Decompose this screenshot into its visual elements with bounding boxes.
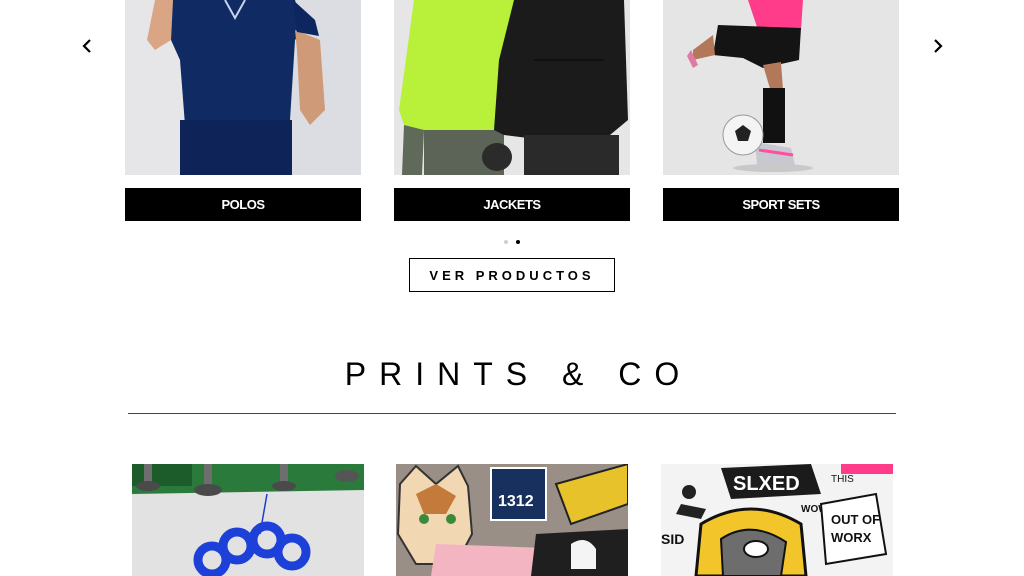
polos-image: [125, 0, 361, 175]
print-tile-graffiti[interactable]: SLXED WOW! THIS OUT OF WORX SID: [661, 464, 893, 576]
section-title: PRINTS & CO: [344, 356, 693, 392]
category-label[interactable]: JACKETS: [394, 188, 630, 221]
product-card-jackets[interactable]: JACKETS: [394, 0, 630, 221]
chevron-left-icon: [82, 39, 91, 53]
svg-text:OUT OF: OUT OF: [831, 512, 880, 527]
category-label[interactable]: POLOS: [125, 188, 361, 221]
svg-text:1312: 1312: [498, 493, 534, 510]
svg-text:WORX: WORX: [831, 530, 872, 545]
carousel-prev-button[interactable]: [78, 36, 98, 56]
svg-text:SLXED: SLXED: [733, 473, 800, 495]
chevron-right-icon: [934, 39, 943, 53]
jackets-image: [394, 0, 630, 175]
carousel-pagination: [504, 240, 520, 244]
carousel-next-button[interactable]: [927, 36, 947, 56]
category-label[interactable]: SPORT SETS: [663, 188, 899, 221]
section-divider: [128, 413, 896, 414]
pagination-dot-active[interactable]: [516, 240, 520, 244]
print-tile-embroidery[interactable]: [132, 464, 364, 576]
pagination-dot[interactable]: [504, 240, 508, 244]
svg-text:THIS: THIS: [831, 474, 854, 485]
view-products-button[interactable]: VER PRODUCTOS: [409, 258, 615, 292]
sport-sets-image: [663, 0, 899, 175]
print-tile-patches[interactable]: 1312: [396, 464, 628, 576]
product-card-polos[interactable]: POLOS: [125, 0, 361, 221]
product-card-sport-sets[interactable]: SPORT SETS: [663, 0, 899, 221]
svg-text:SID: SID: [661, 531, 684, 547]
